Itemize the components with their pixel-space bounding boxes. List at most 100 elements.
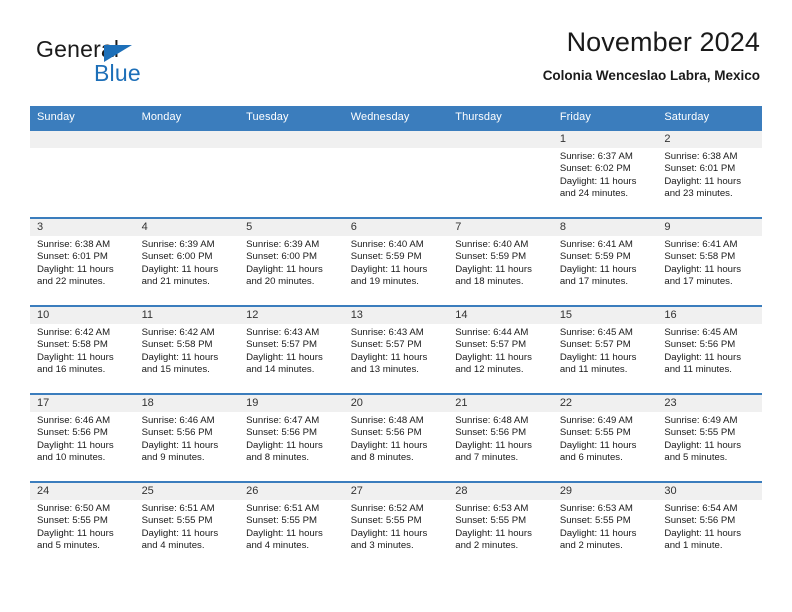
day-detail-line: and 4 minutes. xyxy=(141,539,205,551)
calendar-week-row: 3 Sunrise: 6:38 AM Sunset: 6:01 PM Daylight… xyxy=(30,217,762,306)
day-detail-line: Sunrise: 6:49 AM xyxy=(559,415,633,426)
calendar-day-cell[interactable]: 2 Sunrise: 6:38 AM Sunset: 6:01 PM Daylight… xyxy=(657,129,762,218)
day-detail-line: Daylight: 11 hours xyxy=(350,263,428,275)
day-details: Sunrise: 6:39 AM Sunset: 6:00 PM Daylight:… xyxy=(135,236,240,288)
day-number: 28 xyxy=(448,483,553,500)
day-detail-line: and 18 minutes. xyxy=(455,275,524,287)
page-title: November 2024 xyxy=(566,27,760,57)
day-detail-line: Sunrise: 6:49 AM xyxy=(664,415,738,426)
calendar-day-cell[interactable]: 4 Sunrise: 6:39 AM Sunset: 6:00 PM Daylight… xyxy=(134,217,240,306)
day-details: Sunrise: 6:53 AM Sunset: 5:55 PM Daylight:… xyxy=(448,500,553,552)
calendar-day-cell[interactable]: 24 Sunrise: 6:50 AM Sunset: 5:55 PM Dayligh… xyxy=(30,481,135,569)
calendar-day-cell[interactable]: 9 Sunrise: 6:41 AM Sunset: 5:58 PM Daylight… xyxy=(657,217,762,306)
day-number: 22 xyxy=(552,395,658,412)
calendar-day-cell[interactable]: 12 Sunrise: 6:43 AM Sunset: 5:57 PM Dayligh… xyxy=(239,305,344,394)
day-number: 1 xyxy=(552,131,658,148)
day-detail-line: Daylight: 11 hours xyxy=(559,351,637,363)
calendar-day-cell[interactable]: 19 Sunrise: 6:47 AM Sunset: 5:56 PM Dayligh… xyxy=(239,393,344,482)
day-details xyxy=(135,148,240,151)
day-detail-line: Sunrise: 6:41 AM xyxy=(559,239,633,250)
day-detail-line: Sunset: 5:59 PM xyxy=(559,251,631,263)
day-detail-line: and 8 minutes. xyxy=(246,451,310,463)
general-blue-logo[interactable]: General Blue xyxy=(36,36,296,88)
day-details: Sunrise: 6:37 AM Sunset: 6:02 PM Daylight:… xyxy=(553,148,658,200)
day-number: 12 xyxy=(239,307,344,324)
calendar-day-cell[interactable]: 10 Sunrise: 6:42 AM Sunset: 5:58 PM Dayligh… xyxy=(30,305,135,394)
calendar-cell-empty xyxy=(343,129,449,218)
calendar-day-cell[interactable]: 21 Sunrise: 6:48 AM Sunset: 5:56 PM Dayligh… xyxy=(448,393,553,482)
day-details: Sunrise: 6:53 AM Sunset: 5:55 PM Daylight:… xyxy=(553,500,658,552)
calendar-day-cell[interactable]: 11 Sunrise: 6:42 AM Sunset: 5:58 PM Dayligh… xyxy=(134,305,240,394)
weekday-header-friday: Friday xyxy=(552,106,658,130)
day-detail-line: Sunset: 5:58 PM xyxy=(664,251,736,263)
calendar-day-cell[interactable]: 13 Sunrise: 6:43 AM Sunset: 5:57 PM Dayligh… xyxy=(343,305,449,394)
calendar-day-cell[interactable]: 5 Sunrise: 6:39 AM Sunset: 6:00 PM Daylight… xyxy=(239,217,344,306)
day-detail-line: Sunset: 5:58 PM xyxy=(141,339,213,351)
day-detail-line: and 3 minutes. xyxy=(350,539,414,551)
day-details: Sunrise: 6:45 AM Sunset: 5:56 PM Daylight:… xyxy=(657,324,762,376)
calendar-day-cell[interactable]: 18 Sunrise: 6:46 AM Sunset: 5:56 PM Dayligh… xyxy=(134,393,240,482)
day-details xyxy=(448,148,553,151)
calendar-day-cell[interactable]: 8 Sunrise: 6:41 AM Sunset: 5:59 PM Daylight… xyxy=(552,217,658,306)
weekday-header-monday: Monday xyxy=(134,106,240,130)
day-detail-line: Daylight: 11 hours xyxy=(664,439,741,451)
day-details: Sunrise: 6:44 AM Sunset: 5:57 PM Daylight:… xyxy=(448,324,553,376)
calendar-day-cell[interactable]: 14 Sunrise: 6:44 AM Sunset: 5:57 PM Dayligh… xyxy=(448,305,553,394)
calendar-day-cell[interactable]: 27 Sunrise: 6:52 AM Sunset: 5:55 PM Dayligh… xyxy=(343,481,449,569)
day-detail-line: and 11 minutes. xyxy=(559,363,628,375)
day-number: 19 xyxy=(239,395,344,412)
day-details: Sunrise: 6:40 AM Sunset: 5:59 PM Daylight:… xyxy=(344,236,449,288)
day-number: 13 xyxy=(343,307,449,324)
calendar-day-cell[interactable]: 22 Sunrise: 6:49 AM Sunset: 5:55 PM Dayligh… xyxy=(552,393,658,482)
calendar-day-cell[interactable]: 23 Sunrise: 6:49 AM Sunset: 5:55 PM Dayligh… xyxy=(657,393,762,482)
day-detail-line: and 12 minutes. xyxy=(455,363,524,375)
calendar-day-cell[interactable]: 26 Sunrise: 6:51 AM Sunset: 5:55 PM Dayligh… xyxy=(239,481,344,569)
day-detail-line: Sunset: 6:01 PM xyxy=(37,251,108,263)
calendar-week-row: 17 Sunrise: 6:46 AM Sunset: 5:56 PM Dayligh… xyxy=(30,393,762,482)
calendar-day-cell[interactable]: 15 Sunrise: 6:45 AM Sunset: 5:57 PM Dayligh… xyxy=(552,305,658,394)
day-detail-line: Sunset: 5:55 PM xyxy=(141,515,213,527)
day-detail-line: Daylight: 11 hours xyxy=(246,263,323,275)
day-detail-line: Sunset: 5:56 PM xyxy=(141,427,213,439)
calendar-day-cell[interactable]: 16 Sunrise: 6:45 AM Sunset: 5:56 PM Dayligh… xyxy=(657,305,762,394)
weekday-header-saturday: Saturday xyxy=(657,106,762,130)
day-details: Sunrise: 6:46 AM Sunset: 5:56 PM Daylight:… xyxy=(135,412,240,464)
day-details: Sunrise: 6:46 AM Sunset: 5:56 PM Daylight:… xyxy=(30,412,135,464)
calendar-page: General Blue November 2024 Colonia Wence… xyxy=(0,0,792,612)
day-detail-line: Sunset: 5:57 PM xyxy=(559,339,631,351)
calendar-day-cell[interactable]: 3 Sunrise: 6:38 AM Sunset: 6:01 PM Daylight… xyxy=(30,217,135,306)
day-detail-line: Sunrise: 6:53 AM xyxy=(559,503,633,514)
day-number: 30 xyxy=(657,483,762,500)
day-details: Sunrise: 6:48 AM Sunset: 5:56 PM Daylight:… xyxy=(344,412,449,464)
calendar-day-cell[interactable]: 7 Sunrise: 6:40 AM Sunset: 5:59 PM Daylight… xyxy=(448,217,553,306)
day-number: 24 xyxy=(30,483,135,500)
calendar-day-cell[interactable]: 29 Sunrise: 6:53 AM Sunset: 5:55 PM Dayligh… xyxy=(552,481,658,569)
day-details: Sunrise: 6:51 AM Sunset: 5:55 PM Daylight:… xyxy=(135,500,240,552)
day-detail-line: and 14 minutes. xyxy=(246,363,315,375)
calendar-day-cell[interactable]: 1 Sunrise: 6:37 AM Sunset: 6:02 PM Daylight… xyxy=(552,129,658,218)
calendar-day-cell[interactable]: 28 Sunrise: 6:53 AM Sunset: 5:55 PM Dayligh… xyxy=(448,481,553,569)
day-detail-line: Sunrise: 6:48 AM xyxy=(455,415,529,426)
day-details: Sunrise: 6:40 AM Sunset: 5:59 PM Daylight:… xyxy=(448,236,553,288)
day-detail-line: Sunrise: 6:46 AM xyxy=(141,415,215,426)
day-detail-line: and 13 minutes. xyxy=(350,363,419,375)
calendar-day-cell[interactable]: 6 Sunrise: 6:40 AM Sunset: 5:59 PM Daylight… xyxy=(343,217,449,306)
calendar-day-cell[interactable]: 25 Sunrise: 6:51 AM Sunset: 5:55 PM Dayligh… xyxy=(134,481,240,569)
day-detail-line: Sunset: 5:57 PM xyxy=(455,339,527,351)
calendar-day-cell[interactable]: 20 Sunrise: 6:48 AM Sunset: 5:56 PM Dayligh… xyxy=(343,393,449,482)
day-detail-line: Daylight: 11 hours xyxy=(246,439,323,451)
day-details: Sunrise: 6:42 AM Sunset: 5:58 PM Daylight:… xyxy=(30,324,135,376)
day-detail-line: and 24 minutes. xyxy=(559,187,629,199)
calendar-day-cell[interactable]: 30 Sunrise: 6:54 AM Sunset: 5:56 PM Dayligh… xyxy=(657,481,762,569)
day-detail-line: Daylight: 11 hours xyxy=(141,263,219,275)
day-detail-line: Sunset: 6:00 PM xyxy=(246,251,318,263)
calendar-day-cell[interactable]: 17 Sunrise: 6:46 AM Sunset: 5:56 PM Dayligh… xyxy=(30,393,135,482)
weekday-header-thursday: Thursday xyxy=(448,106,553,130)
day-detail-line: and 4 minutes. xyxy=(246,539,310,551)
weekday-header-tuesday: Tuesday xyxy=(239,106,344,130)
calendar-cell-empty xyxy=(239,129,344,218)
day-detail-line: Sunset: 6:00 PM xyxy=(141,251,213,263)
day-detail-line: Daylight: 11 hours xyxy=(37,439,114,451)
day-detail-line: Sunrise: 6:46 AM xyxy=(37,415,111,426)
day-number: 23 xyxy=(657,395,762,412)
